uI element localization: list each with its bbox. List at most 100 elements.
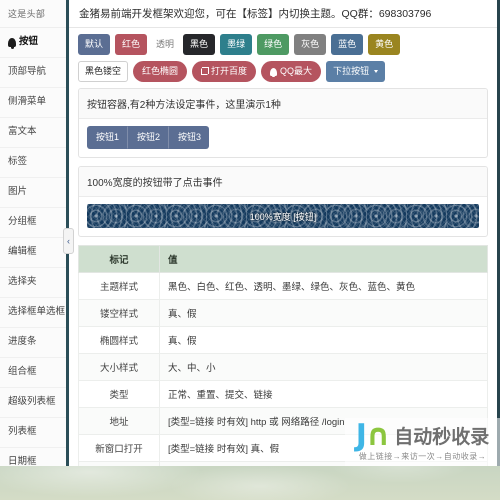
theme-button-2[interactable]: 透明 — [152, 34, 178, 55]
sidebar-item-label: 侧滑菜单 — [8, 96, 47, 108]
theme-button-8[interactable]: 黄色 — [368, 34, 401, 55]
table-row: 大小样式 大、中、小 — [78, 353, 488, 381]
table-cell-key: 新窗口打开 — [78, 434, 160, 462]
sidebar-item-14[interactable]: 日期框 — [0, 448, 66, 466]
sidebar-item-label: 标签 — [8, 156, 28, 168]
theme-button-0[interactable]: 默认 — [78, 34, 111, 55]
table-row: 地址 [类型=链接 时有效] http 或 网络路径 /login — [78, 407, 488, 435]
table-cell-value: 正常、重置、提交、链接 — [159, 380, 488, 408]
action-button-0[interactable]: 黑色镂空 — [78, 61, 129, 82]
panel-body: 100%宽度 [按钮] — [79, 197, 487, 236]
sidebar-item-2[interactable]: 侧滑菜单 — [0, 88, 66, 118]
notice-bar: 金猪易前端开发框架欢迎您，可在【标签】内切换主题。QQ群：698303796 — [69, 0, 497, 28]
sidebar-item-label: 按钮 — [19, 36, 39, 48]
table-cell-value: [类型=链接 时有效] http 或 网络路径 /login — [159, 407, 488, 435]
action-button-3[interactable]: QQ最大 — [261, 61, 322, 82]
table-cell-value: [类型=链接 时有效] 真、假 — [159, 434, 488, 462]
chevron-left-icon: ‹ — [67, 236, 70, 246]
action-button-label: QQ最大 — [280, 66, 313, 76]
theme-button-1[interactable]: 红色 — [115, 34, 148, 55]
spec-table-head: 标记 值 — [78, 245, 488, 273]
sidebar-item-label: 富文本 — [8, 126, 37, 138]
sidebar-item-label: 图片 — [8, 186, 28, 198]
table-cell-key: 地址 — [78, 407, 160, 435]
table-cell-value: 黑色、白色、红色、透明、墨绿、绿色、灰色、蓝色、黄色 — [159, 272, 488, 300]
sidebar-item-label: 超级列表框 — [8, 396, 56, 408]
theme-button-7[interactable]: 蓝色 — [331, 34, 364, 55]
panel-title: 100%宽度的按钮带了点击事件 — [79, 167, 487, 197]
table-cell-key: 类型 — [78, 380, 160, 408]
content-area: 默认 红色 透明 黑色 墨绿 绿色 灰色 蓝色 黄色 黑色镂空 红色椭圆 打开百度 QQ最大 下拉按钮 … — [69, 28, 497, 466]
spec-table-header-mark: 标记 — [78, 245, 160, 273]
table-cell-value: 支持通用标记 例如：宽度=100% — [159, 461, 488, 466]
sidebar-item-label: 选择夹 — [8, 276, 37, 288]
table-cell-key: 主题样式 — [78, 272, 160, 300]
sidebar-item-label: 列表框 — [8, 426, 37, 438]
sidebar-item-6[interactable]: 分组框 — [0, 208, 66, 238]
table-row: 新窗口打开 [类型=链接 时有效] 真、假 — [78, 434, 488, 462]
sidebar-item-10[interactable]: 进度条 — [0, 328, 66, 358]
sidebar-item-label: 日期框 — [8, 456, 37, 466]
table-cell-key: 大小样式 — [78, 353, 160, 381]
panel-body: 按钮1 按钮2 按钮3 — [79, 119, 487, 157]
action-button-label: 打开百度 — [211, 66, 248, 76]
sidebar-menu: 按钮顶部导航侧滑菜单富文本标签图片分组框编辑框选择夹选择框单选框 进度条组合框超级… — [0, 28, 66, 466]
action-button-label: 红色椭圆 — [142, 66, 179, 76]
main-content: 金猪易前端开发框架欢迎您，可在【标签】内切换主题。QQ群：698303796 默… — [69, 0, 497, 466]
sidebar-item-label: 选择框单选框 — [8, 306, 66, 318]
theme-button-4[interactable]: 墨绿 — [220, 34, 253, 55]
table-row: 椭圆样式 真、假 — [78, 326, 488, 354]
spec-table: 标记 值 主题样式 黑色、白色、红色、透明、墨绿、绿色、灰色、蓝色、黄色 镂空样式真… — [78, 245, 488, 466]
group-button-2[interactable]: 按钮3 — [169, 126, 210, 149]
spec-table-header-value: 值 — [159, 245, 488, 273]
theme-button-6[interactable]: 灰色 — [294, 34, 327, 55]
sidebar: 这是头部 按钮顶部导航侧滑菜单富文本标签图片分组框编辑框选择夹选择框单选框 进度条… — [0, 0, 69, 466]
spec-table-header-row: 标记 值 — [78, 245, 488, 273]
fullwidth-button-panel: 100%宽度的按钮带了点击事件 100%宽度 [按钮] — [78, 166, 488, 237]
sidebar-collapse-toggle[interactable]: ‹ — [63, 228, 74, 254]
action-button-1[interactable]: 红色椭圆 — [133, 61, 188, 82]
sidebar-item-9[interactable]: 选择框单选框 — [0, 298, 66, 328]
sidebar-header: 这是头部 — [0, 0, 66, 28]
table-cell-value: 真、假 — [159, 299, 488, 327]
theme-button-row: 默认 红色 透明 黑色 墨绿 绿色 灰色 蓝色 黄色 — [78, 34, 488, 55]
theme-button-5[interactable]: 绿色 — [257, 34, 290, 55]
sidebar-item-label: 进度条 — [8, 336, 37, 348]
fullwidth-button[interactable]: 100%宽度 [按钮] — [87, 204, 479, 228]
theme-button-3[interactable]: 黑色 — [183, 34, 216, 55]
sidebar-item-12[interactable]: 超级列表框 — [0, 388, 66, 418]
sidebar-item-1[interactable]: 顶部导航 — [0, 58, 66, 88]
table-row: 镂空样式 真、假 — [78, 299, 488, 327]
sidebar-item-8[interactable]: 选择夹 — [0, 268, 66, 298]
table-cell-value: 真、假 — [159, 326, 488, 354]
sidebar-item-11[interactable]: 组合框 — [0, 358, 66, 388]
spec-table-body: 主题样式 黑色、白色、红色、透明、墨绿、绿色、灰色、蓝色、黄色 镂空样式 真、假 椭圆样… — [78, 272, 488, 466]
sidebar-item-4[interactable]: 标签 — [0, 148, 66, 178]
app-window: 这是头部 按钮顶部导航侧滑菜单富文本标签图片分组框编辑框选择夹选择框单选框 进度条… — [0, 0, 500, 466]
sidebar-item-label: 顶部导航 — [8, 66, 47, 78]
group-button-0[interactable]: 按钮1 — [87, 126, 129, 149]
button-container-panel: 按钮容器,有2种方法设定事件，这里演示1种 按钮1 按钮2 按钮3 — [78, 88, 488, 158]
table-cell-key: 椭圆样式 — [78, 326, 160, 354]
sidebar-item-label: 编辑框 — [8, 246, 37, 258]
sidebar-item-label: 分组框 — [8, 216, 37, 228]
sidebar-item-7[interactable]: 编辑框 — [0, 238, 66, 268]
table-cell-key: 其它 — [78, 461, 160, 466]
caret-down-icon — [374, 70, 379, 73]
sidebar-item-3[interactable]: 富文本 — [0, 118, 66, 148]
sidebar-item-5[interactable]: 图片 — [0, 178, 66, 208]
button-group: 按钮1 按钮2 按钮3 — [87, 126, 210, 149]
table-row: 其它支持通用标记 例如：宽度=100% — [78, 461, 488, 466]
table-row: 主题样式 黑色、白色、红色、透明、墨绿、绿色、灰色、蓝色、黄色 — [78, 272, 488, 300]
panel-title: 按钮容器,有2种方法设定事件，这里演示1种 — [79, 89, 487, 119]
bell-icon — [270, 67, 278, 77]
table-cell-value: 大、中、小 — [159, 353, 488, 381]
group-button-1[interactable]: 按钮2 — [128, 126, 170, 149]
sidebar-item-13[interactable]: 列表框 — [0, 418, 66, 448]
external-link-icon — [201, 67, 210, 75]
action-button-2[interactable]: 打开百度 — [192, 61, 257, 82]
table-row: 类型 正常、重置、提交、链接 — [78, 380, 488, 408]
sidebar-item-0[interactable]: 按钮 — [0, 28, 66, 58]
action-button-4[interactable]: 下拉按钮 — [326, 61, 386, 82]
sidebar-item-label: 组合框 — [8, 366, 37, 378]
